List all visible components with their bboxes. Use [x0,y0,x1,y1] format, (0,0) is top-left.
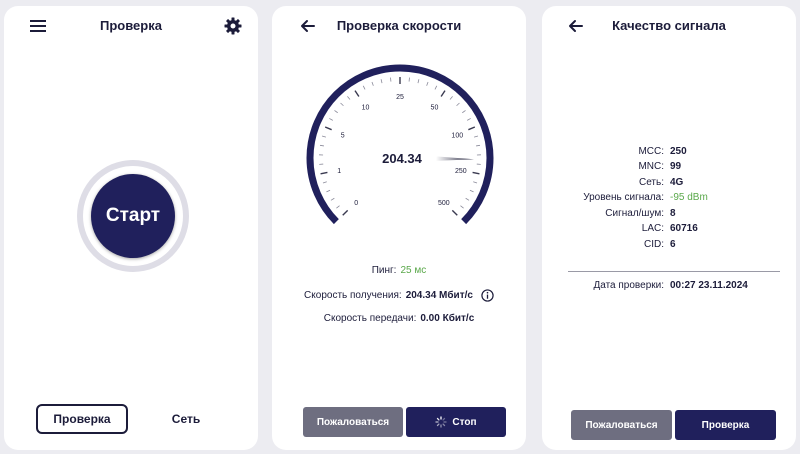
gauge-minor-tick [321,135,326,138]
info-row-network: Сеть: 4G [542,177,796,188]
gauge-minor-tick [326,189,331,193]
gauge-minor-tick [417,79,420,84]
gauge-minor-tick [330,197,335,201]
gauge-major-tick [354,90,360,97]
gauge-tick-label: 100 [451,132,463,139]
complain-button[interactable]: Пожаловаться [571,410,672,440]
check-date-row: Дата проверки: 00:27 23.11.2024 [542,280,796,291]
page-title: Качество сигнала [612,18,726,33]
info-key: CID: [644,239,664,250]
gauge-value: 204.34 [382,151,423,166]
gauge-minor-tick [380,79,383,84]
gauge-tick-label: 500 [438,200,450,207]
tab-check[interactable]: Проверка [36,404,128,434]
gauge-tick-label: 250 [455,168,467,175]
info-row-snr: Сигнал/шум: 8 [542,208,796,219]
gauge-major-tick [320,171,328,175]
info-value: 60716 [670,223,698,234]
info-row-mcc: MCC: 250 [542,146,796,157]
gauge-minor-tick [334,110,338,114]
gauge-minor-tick [434,85,438,90]
ping-value: 25 мс [400,265,427,276]
upload-label: Скорость передачи: [323,313,417,324]
gauge-major-tick [324,126,332,131]
info-value: 99 [670,161,682,172]
info-value: 250 [670,146,687,157]
upload-value: 0.00 Кбит/с [420,313,475,324]
info-key: MCC: [638,146,664,157]
stop-button[interactable]: Стоп [406,407,506,437]
check-button[interactable]: Проверка [675,410,776,440]
gauge-minor-tick [322,181,327,184]
gauge-arc [306,64,494,225]
info-row-mnc: MNC: 99 [542,161,796,172]
info-row-signal-level: Уровень сигнала: -95 dBm [542,192,796,203]
gauge-minor-tick [462,110,466,114]
ping-row: Пинг: 25 мс [272,265,526,276]
info-value: -95 dBm [670,192,708,203]
info-row-lac: LAC: 60716 [542,223,796,234]
page-title: Проверка скорости [336,18,462,33]
gauge-tick-label: 0 [354,200,358,207]
gauge-minor-tick [474,135,479,138]
gauge-needle [435,156,474,161]
stop-button-label: Стоп [452,416,477,428]
info-key: Сигнал/шум: [605,208,664,219]
speed-panel: Проверка скорости 0 1 5 10 25 50 100 250 500 204… [272,6,526,450]
spinner-icon [435,416,448,428]
gauge-minor-tick [319,144,325,147]
gauge-minor-tick [469,189,474,193]
gauge-minor-tick [340,102,344,107]
download-row: Скорость получения: 204.34 Мбит/с [272,289,526,302]
gauge-tick-label: 10 [362,104,370,111]
info-key: MNC: [638,161,664,172]
check-panel: Проверка Старт Проверка Сеть [4,6,258,450]
gauge-minor-tick [460,205,464,209]
info-value: 6 [670,239,676,250]
download-label: Скорость получения: [304,290,402,301]
gauge-major-tick [342,209,349,216]
gauge-major-tick [472,171,480,175]
gauge-minor-tick [347,96,351,100]
gauge-minor-tick [426,81,429,86]
info-value: 8 [670,208,676,219]
complain-button[interactable]: Пожаловаться [303,407,403,437]
gauge-major-tick [451,209,458,216]
gauge-minor-tick [336,205,340,209]
gauge-minor-tick [371,81,374,86]
tab-network[interactable]: Сеть [154,404,218,434]
gauge-minor-tick [449,96,453,100]
ping-label: Пинг: [371,265,397,276]
gauge-tick-label: 50 [431,104,439,111]
gauge-minor-tick [362,85,366,90]
upload-row: Скорость передачи: 0.00 Кбит/с [272,313,526,324]
divider [568,271,780,272]
gauge-minor-tick [475,144,481,147]
gauge-tick-label: 1 [337,168,341,175]
speed-gauge: 0 1 5 10 25 50 100 250 500 204.34 [306,64,494,225]
check-date-label: Дата проверки: [593,280,664,291]
signal-panel: Качество сигнала MCC: 250 MNC: 99 Сеть: … [542,6,796,450]
gauge-minor-tick [473,181,478,184]
info-key: Уровень сигнала: [583,192,664,203]
gauge-major-tick [440,90,446,97]
gauge-major-tick [468,126,476,131]
info-key: LAC: [641,223,664,234]
info-value: 4G [670,177,684,188]
gauge-tick-label: 5 [341,132,345,139]
check-date-value: 00:27 23.11.2024 [670,280,748,291]
gauge-minor-tick [465,197,470,201]
gauge-minor-tick [466,118,471,121]
gauge-minor-tick [329,118,334,121]
info-icon[interactable] [481,289,494,302]
start-button[interactable]: Старт [91,174,175,258]
info-row-cid: CID: 6 [542,239,796,250]
start-button-ring: Старт [77,160,189,272]
page-title: Проверка [100,18,162,33]
gauge-minor-tick [456,102,460,107]
info-key: Сеть: [638,177,664,188]
download-value: 204.34 Мбит/с [405,290,473,301]
gear-icon[interactable] [223,16,243,36]
gauge-tick-label: 25 [396,94,404,101]
